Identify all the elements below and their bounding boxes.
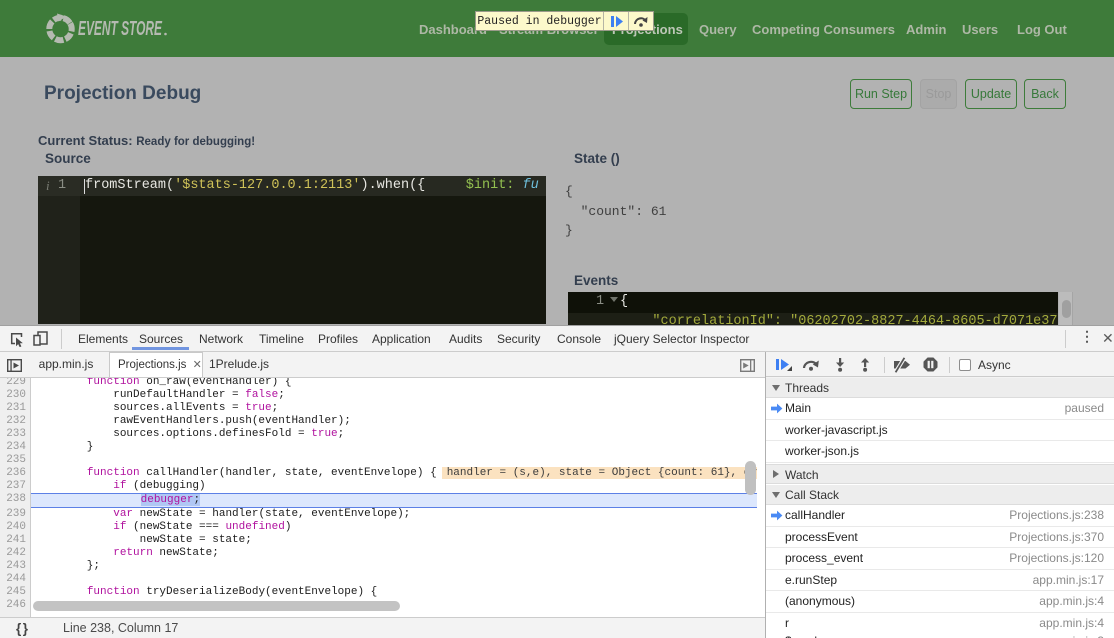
svg-text:EVENT STORE: EVENT STORE: [78, 18, 162, 40]
